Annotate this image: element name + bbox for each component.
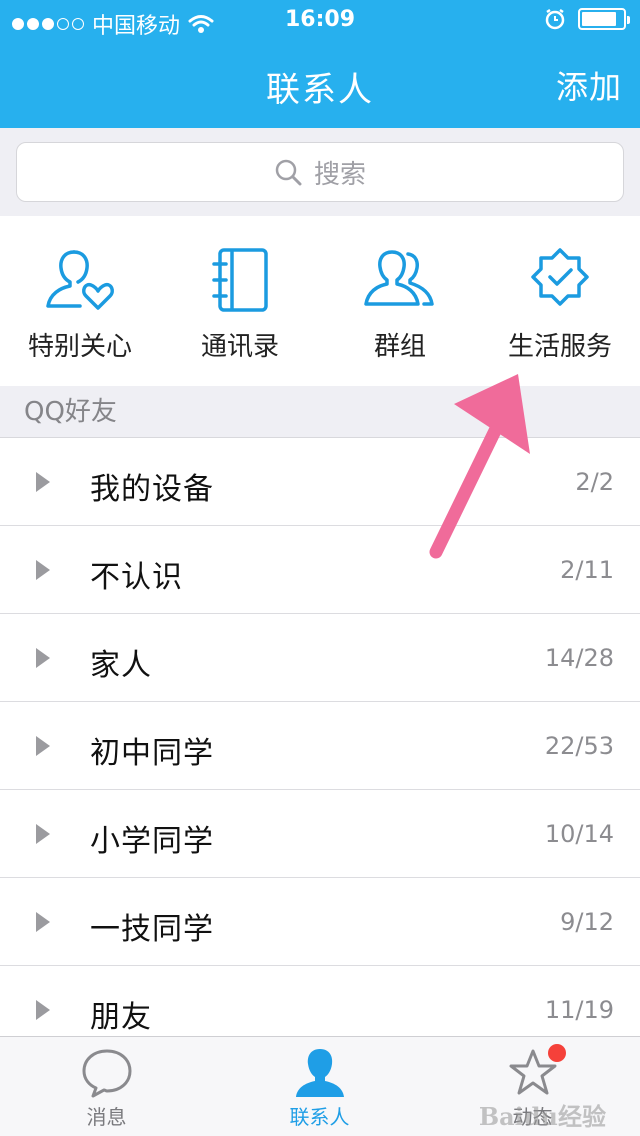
expand-triangle-icon: [36, 648, 50, 668]
search-icon: [275, 159, 302, 186]
quick-entry-life-service[interactable]: 生活服务: [480, 246, 640, 363]
header: 中国移动 16:09 联系人 添加: [0, 0, 640, 128]
expand-triangle-icon: [36, 472, 50, 492]
page-title: 联系人: [266, 70, 374, 110]
status-right: [544, 8, 630, 30]
special-care-icon: [46, 250, 114, 310]
group-row-family[interactable]: 家人 14/28: [0, 614, 640, 702]
search-input[interactable]: 搜索: [16, 142, 624, 202]
tab-messages[interactable]: 消息: [0, 1037, 213, 1136]
quick-entries: 特别关心 通讯录 群组 生活服务: [0, 216, 640, 386]
quick-entry-label: 群组: [373, 332, 426, 362]
notification-badge: [548, 1044, 566, 1062]
group-count: 2/2: [575, 468, 614, 496]
group-icon: [364, 250, 434, 306]
group-name: 初中同学: [90, 736, 214, 771]
address-book-icon: [212, 248, 268, 312]
group-name: 一技同学: [90, 912, 214, 947]
status-bar: 中国移动 16:09: [0, 0, 640, 40]
life-service-icon: [531, 248, 589, 306]
tab-label: 联系人: [289, 1105, 350, 1129]
message-icon: [82, 1049, 131, 1098]
group-row-strangers[interactable]: 不认识 2/11: [0, 526, 640, 614]
tab-contacts[interactable]: 联系人: [213, 1037, 426, 1136]
expand-triangle-icon: [36, 560, 50, 580]
quick-entry-address-book[interactable]: 通讯录: [160, 246, 320, 363]
quick-entry-label: 生活服务: [507, 332, 612, 362]
battery-icon: [578, 8, 630, 30]
section-header: QQ好友: [0, 386, 640, 438]
search-placeholder: 搜索: [313, 159, 366, 190]
group-name: 小学同学: [90, 824, 214, 859]
group-count: 9/12: [560, 908, 614, 936]
tab-label: 消息: [86, 1105, 127, 1129]
quick-entry-label: 特别关心: [27, 332, 132, 362]
group-name: 家人: [90, 648, 152, 683]
group-count: 2/11: [560, 556, 614, 584]
group-count: 14/28: [544, 644, 614, 672]
group-row-friends[interactable]: 朋友 11/19: [0, 966, 640, 1036]
group-count: 10/14: [544, 820, 614, 848]
add-button[interactable]: 添加: [556, 62, 622, 108]
group-name: 我的设备: [90, 472, 214, 507]
expand-triangle-icon: [36, 912, 50, 932]
expand-triangle-icon: [36, 1000, 50, 1020]
watermark: Baidu经验: [478, 1102, 606, 1131]
group-name: 朋友: [90, 1000, 152, 1035]
contacts-icon: [295, 1049, 344, 1097]
search-bar-container: 搜索: [0, 128, 640, 216]
group-row-primary-school[interactable]: 小学同学 10/14: [0, 790, 640, 878]
group-count: 11/19: [544, 996, 614, 1024]
friend-group-list: 我的设备 2/2 不认识 2/11 家人 14/28 初中同学 22/53 小学…: [0, 438, 640, 1036]
group-row-tech-school[interactable]: 一技同学 9/12: [0, 878, 640, 966]
alarm-icon: [545, 8, 565, 30]
expand-triangle-icon: [36, 736, 50, 756]
group-row-my-devices[interactable]: 我的设备 2/2: [0, 438, 640, 526]
group-row-middle-school[interactable]: 初中同学 22/53: [0, 702, 640, 790]
expand-triangle-icon: [36, 824, 50, 844]
quick-entry-special-care[interactable]: 特别关心: [0, 246, 160, 363]
group-count: 22/53: [544, 732, 614, 760]
quick-entry-group[interactable]: 群组: [320, 246, 480, 363]
quick-entry-label: 通讯录: [200, 332, 279, 362]
group-name: 不认识: [90, 560, 183, 595]
